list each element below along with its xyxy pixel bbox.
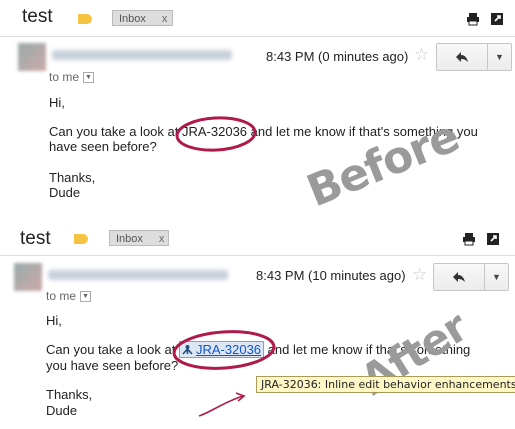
reply-icon xyxy=(456,52,468,62)
body-line-2: have seen before? xyxy=(49,139,157,154)
show-details-dropdown[interactable]: ▼ xyxy=(80,290,92,302)
sender-avatar[interactable] xyxy=(18,43,46,71)
print-icon[interactable] xyxy=(462,232,476,246)
signature: Dude xyxy=(49,185,81,200)
inbox-label-chip[interactable]: Inbox x xyxy=(112,10,173,26)
closing: Thanks, xyxy=(46,387,93,402)
dropdown-arrow-icon: ▼ xyxy=(495,52,504,62)
star-icon[interactable]: ☆ xyxy=(414,45,429,65)
recipient-line: to me ▼ xyxy=(49,70,95,84)
inbox-chip-label: Inbox xyxy=(116,233,143,245)
inbox-chip-label: Inbox xyxy=(119,13,146,25)
reply-button[interactable] xyxy=(436,43,488,71)
email-view-after: test Inbox x 8:43 PM (10 minutes ago) ☆ … xyxy=(0,215,515,429)
sender-avatar[interactable] xyxy=(14,263,42,291)
closing: Thanks, xyxy=(49,170,96,185)
email-subject: test xyxy=(22,6,53,27)
reply-button[interactable] xyxy=(433,263,485,291)
inbox-label-chip[interactable]: Inbox x xyxy=(109,230,169,246)
highlight-circle-annotation xyxy=(175,116,257,152)
reply-button-group: ▼ xyxy=(433,263,509,291)
new-window-icon[interactable] xyxy=(490,12,504,26)
message-time: 8:43 PM (10 minutes ago) xyxy=(256,268,406,283)
signature: Dude xyxy=(46,403,78,418)
body-line-2: you have seen before? xyxy=(46,358,179,373)
more-options-button[interactable]: ▼ xyxy=(485,263,509,291)
dropdown-arrow-icon: ▼ xyxy=(492,272,501,282)
more-options-button[interactable]: ▼ xyxy=(488,43,512,71)
star-icon[interactable]: ☆ xyxy=(412,265,427,285)
recipient-line: to me ▼ xyxy=(46,289,92,303)
arrow-annotation xyxy=(198,392,246,417)
highlight-circle-annotation xyxy=(172,330,276,370)
greeting: Hi, xyxy=(49,95,65,110)
label-tag-icon[interactable] xyxy=(78,14,92,24)
remove-label-button[interactable]: x xyxy=(159,231,165,245)
body-line-1-pre: Can you take a look at xyxy=(46,342,179,357)
body-line-1-pre: Can you take a look at xyxy=(49,124,182,139)
to-me-label: to me xyxy=(46,289,77,303)
sender-name-redacted[interactable] xyxy=(48,270,228,280)
print-icon[interactable] xyxy=(466,12,480,26)
greeting: Hi, xyxy=(46,313,62,328)
new-window-icon[interactable] xyxy=(486,232,500,246)
message-time: 8:43 PM (0 minutes ago) xyxy=(266,49,409,64)
sender-name-redacted[interactable] xyxy=(52,50,232,60)
issue-summary-tooltip: JRA-32036: Inline edit behavior enhancem… xyxy=(256,376,515,393)
reply-button-group: ▼ xyxy=(436,43,512,71)
header-divider xyxy=(0,255,515,256)
email-subject: test xyxy=(20,228,51,249)
email-view-before: test Inbox x 8:43 PM (0 minutes ago) ☆ ▼… xyxy=(0,0,515,217)
show-details-dropdown[interactable]: ▼ xyxy=(83,71,95,83)
header-divider xyxy=(0,36,515,37)
remove-label-button[interactable]: x xyxy=(162,11,168,25)
label-tag-icon[interactable] xyxy=(74,234,88,244)
to-me-label: to me xyxy=(49,70,80,84)
reply-icon xyxy=(453,272,465,282)
